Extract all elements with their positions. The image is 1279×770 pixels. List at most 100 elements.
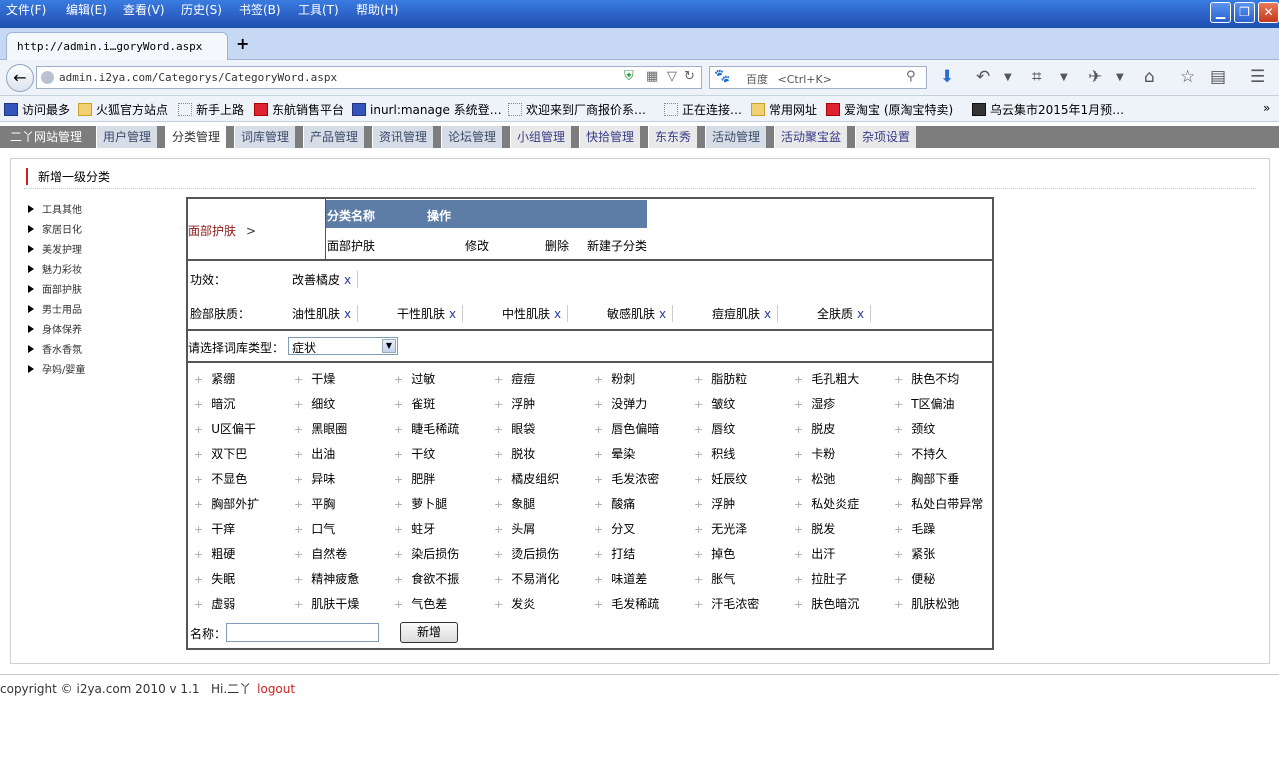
breadcrumb-item[interactable]: 面部护肤 [188,224,236,238]
tab-activities[interactable]: 活动管理 [705,126,767,148]
term-item[interactable]: + 眼袋 [494,420,535,437]
search-input[interactable]: 百度 <Ctrl+K> [709,66,927,89]
tab-dongdongxiu[interactable]: 东东秀 [648,126,698,148]
term-item[interactable]: + 肤色不均 [894,370,959,387]
menu-bookmarks[interactable]: 书签(B) [239,1,281,18]
tab-products[interactable]: 产品管理 [303,126,365,148]
term-item[interactable]: + 痘痘 [494,370,535,387]
browser-tab[interactable]: http://admin.i…goryWord.aspx [6,32,228,61]
name-input[interactable] [226,623,379,642]
term-item[interactable]: + 橘皮组织 [494,470,559,487]
menu-file[interactable]: 文件(F) [6,1,46,18]
term-item[interactable]: + 酸痛 [594,495,635,512]
term-item[interactable]: + 毛躁 [894,520,935,537]
bookmark-item[interactable]: 火狐官方站点 [78,101,168,118]
term-item[interactable]: + 出汗 [794,545,835,562]
remove-tag-icon[interactable]: x [449,307,456,321]
vocab-type-select[interactable]: 症状 ▼ [288,337,398,355]
term-item[interactable]: + 不显色 [194,470,247,487]
tree-item[interactable]: 工具其他 [28,201,82,216]
download-icon[interactable]: ⬇ [940,67,954,87]
term-item[interactable]: + 脱发 [794,520,835,537]
term-item[interactable]: + 雀斑 [394,395,435,412]
term-item[interactable]: + 胸部外扩 [194,495,259,512]
term-item[interactable]: + 睫毛稀疏 [394,420,459,437]
bookmark-item[interactable]: 正在连接… [664,101,742,118]
home-icon[interactable]: ⌂ [1144,67,1155,87]
term-item[interactable]: + 不易消化 [494,570,559,587]
remove-tag-icon[interactable]: x [554,307,561,321]
bookmarks-overflow-icon[interactable]: » [1263,101,1270,115]
new-subcategory-link[interactable]: 新建子分类 [587,237,647,254]
term-item[interactable]: + 精神疲惫 [294,570,359,587]
term-item[interactable]: + U区偏干 [194,420,256,437]
term-item[interactable]: + 不持久 [894,445,947,462]
remove-tag-icon[interactable]: x [857,307,864,321]
admin-brand[interactable]: 二丫网站管理 [4,126,88,148]
term-item[interactable]: + 毛发稀疏 [594,595,659,612]
bookmark-item[interactable]: 东航销售平台 [254,101,344,118]
term-item[interactable]: + 私处炎症 [794,495,859,512]
term-item[interactable]: + 唇纹 [694,420,735,437]
chevron-down-icon[interactable]: ▼ [1116,72,1124,83]
term-item[interactable]: + 没弹力 [594,395,647,412]
term-item[interactable]: + 便秘 [894,570,935,587]
menu-tools[interactable]: 工具(T) [298,1,339,18]
tree-item[interactable]: 魅力彩妆 [28,261,82,276]
term-item[interactable]: + 虚弱 [194,595,235,612]
term-item[interactable]: + 唇色偏暗 [594,420,659,437]
term-item[interactable]: + 私处白带异常 [894,495,983,512]
section-title[interactable]: 新增一级分类 [26,168,110,185]
term-item[interactable]: + 毛孔粗大 [794,370,859,387]
term-item[interactable]: + 双下巴 [194,445,247,462]
logout-link[interactable]: logout [257,682,295,696]
bookmark-item[interactable]: 爱淘宝 (原淘宝特卖) [826,101,953,118]
term-item[interactable]: + 细纹 [294,395,335,412]
term-item[interactable]: + 萝卜腿 [394,495,447,512]
term-item[interactable]: + 头屑 [494,520,535,537]
menu-icon[interactable]: ☰ [1250,67,1265,87]
term-item[interactable]: + 自然卷 [294,545,347,562]
term-item[interactable]: + 打结 [594,545,635,562]
tab-kuaishi[interactable]: 快拾管理 [579,126,641,148]
term-item[interactable]: + 黑眼圈 [294,420,347,437]
dropdown-icon[interactable]: ▽ [667,69,677,84]
addon-icon[interactable]: ✈ [1088,67,1102,87]
term-item[interactable]: + 卡粉 [794,445,835,462]
term-item[interactable]: + 汗毛浓密 [694,595,759,612]
term-item[interactable]: + 出油 [294,445,335,462]
term-item[interactable]: + 染后损伤 [394,545,459,562]
tab-misc[interactable]: 杂项设置 [855,126,917,148]
term-item[interactable]: + 干燥 [294,370,335,387]
tree-item[interactable]: 美发护理 [28,241,82,256]
search-icon[interactable]: ⚲ [906,69,916,84]
term-item[interactable]: + 掉色 [694,545,735,562]
term-item[interactable]: + 平胸 [294,495,335,512]
star-icon[interactable]: ☆ [1180,67,1195,87]
site-identity-icon[interactable] [41,71,54,84]
maximize-icon[interactable]: ❐ [1234,2,1255,23]
term-item[interactable]: + 拉肚子 [794,570,847,587]
tab-vocab[interactable]: 词库管理 [234,126,296,148]
tree-item[interactable]: 身体保养 [28,321,82,336]
reload-icon[interactable]: ↻ [684,69,695,84]
menu-history[interactable]: 历史(S) [181,1,222,18]
term-item[interactable]: + 胸部下垂 [894,470,959,487]
tab-groups[interactable]: 小组管理 [510,126,572,148]
tree-item[interactable]: 面部护肤 [28,281,82,296]
term-item[interactable]: + 浮肿 [694,495,735,512]
term-item[interactable]: + 肌肤松弛 [894,595,959,612]
term-item[interactable]: + 颈纹 [894,420,935,437]
bookmark-item[interactable]: inurl:manage 系统登… [352,101,502,118]
bookmark-item[interactable]: 新手上路 [178,101,244,118]
menu-edit[interactable]: 编辑(E) [66,1,107,18]
tree-item[interactable]: 男士用品 [28,301,82,316]
term-item[interactable]: + 胀气 [694,570,735,587]
term-item[interactable]: + 过敏 [394,370,435,387]
chevron-down-icon[interactable]: ▼ [1004,72,1012,83]
delete-link[interactable]: 删除 [545,237,569,254]
term-item[interactable]: + 脱妆 [494,445,535,462]
remove-tag-icon[interactable]: x [659,307,666,321]
crop-icon[interactable]: ⌗ [1032,67,1042,87]
term-item[interactable]: + 象腿 [494,495,535,512]
